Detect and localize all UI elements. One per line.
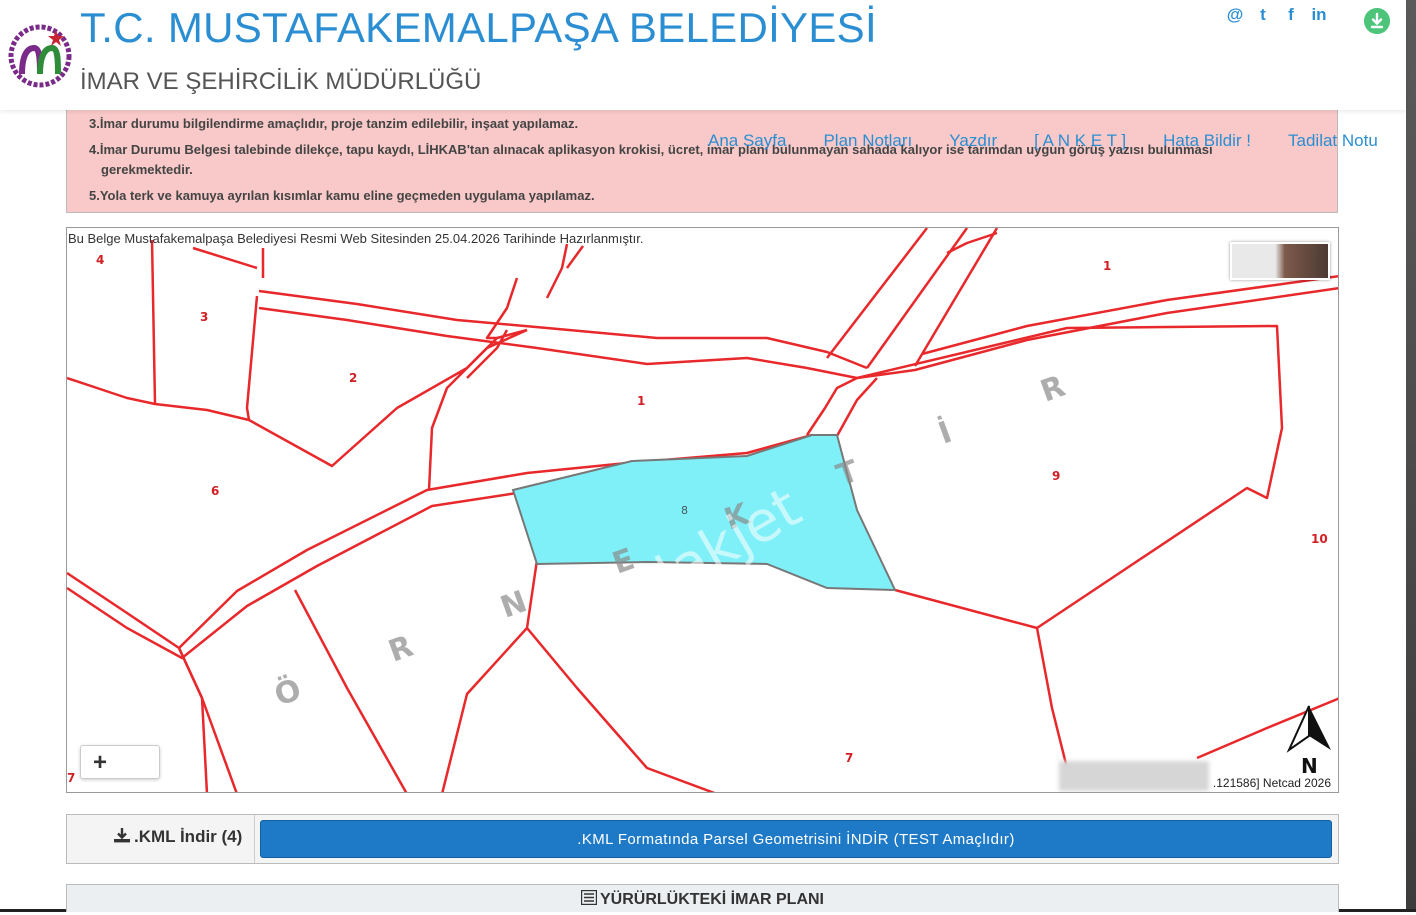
map-canvas[interactable]: 4 3 2 1 6 9 10 7 7 1 8 Ö R N E K T İ R e…: [67, 228, 1339, 793]
parcel-label: 3: [200, 310, 208, 324]
parcel-label-selected: 8: [681, 504, 688, 517]
note-line-4-cont: gerekmektedir.: [101, 162, 193, 177]
parcel-map[interactable]: 4 3 2 1 6 9 10 7 7 1 8 Ö R N E K T İ R e…: [66, 227, 1339, 793]
municipality-logo[interactable]: [8, 24, 72, 88]
zoom-in-button[interactable]: +: [80, 745, 160, 779]
nav-plan-notes[interactable]: Plan Notları: [823, 131, 912, 151]
email-icon[interactable]: @: [1226, 5, 1244, 25]
watermark-letter: R: [384, 629, 418, 670]
divider: [254, 815, 255, 863]
social-links: @ t f in: [1226, 5, 1328, 25]
parcel-label: 2: [349, 371, 357, 385]
active-zoning-plan-label[interactable]: YÜRÜRLÜKTEKİ İMAR PLANI: [580, 889, 824, 908]
nav-report-error[interactable]: Hata Bildir !: [1163, 131, 1251, 151]
nav-print[interactable]: Yazdır: [949, 131, 997, 151]
parcel-label: 6: [211, 484, 219, 498]
watermark-letter: R: [1036, 369, 1070, 410]
map-attribution: .121586] Netcad 2026: [1059, 761, 1335, 791]
parcel-label: 1: [637, 394, 645, 408]
parcel-label: 7: [67, 771, 75, 785]
active-zoning-plan-panel: YÜRÜRLÜKTEKİ İMAR PLANI: [66, 884, 1339, 912]
note-line-5: 5.Yola terk ve kamuya ayrılan kısımlar k…: [89, 188, 595, 203]
warning-notes: 3.İmar durumu bilgilendirme amaçlıdır, p…: [66, 110, 1338, 213]
kml-download-button[interactable]: .KML Formatında Parsel Geometrisini İNDİ…: [260, 820, 1332, 858]
linkedin-icon[interactable]: in: [1310, 5, 1328, 25]
page-title: T.C. MUSTAFAKEMALPAŞA BELEDİYESİ: [80, 4, 877, 51]
page-subtitle: İMAR VE ŞEHİRCİLİK MÜDÜRLÜĞÜ: [80, 68, 482, 95]
parcel-label: 9: [1052, 469, 1060, 483]
site-header: T.C. MUSTAFAKEMALPAŞA BELEDİYESİ İMAR VE…: [0, 0, 1406, 110]
download-icon: [114, 828, 130, 843]
kml-download-text: .KML İndir (4): [134, 827, 243, 846]
parcel-label: 4: [96, 253, 104, 267]
parcel-label: 1: [1103, 259, 1111, 273]
watermark-letter: İ: [934, 414, 957, 452]
kml-download-label: .KML İndir (4): [113, 827, 242, 847]
nav-home[interactable]: Ana Sayfa: [708, 131, 786, 151]
kml-download-row: .KML İndir (4) .KML Formatında Parsel Ge…: [66, 814, 1339, 864]
attribution-blur: [1059, 761, 1209, 791]
download-icon[interactable]: [1364, 8, 1390, 34]
watermark-letter: N: [496, 584, 532, 625]
attribution-text: .121586] Netcad 2026: [1212, 776, 1331, 790]
twitter-icon[interactable]: t: [1254, 5, 1272, 25]
nav-amendment-note[interactable]: Tadilat Notu: [1288, 131, 1378, 151]
map-disclaimer: Bu Belge Mustafakemalpaşa Belediyesi Res…: [68, 231, 644, 246]
active-zoning-plan-text: YÜRÜRLÜKTEKİ İMAR PLANI: [600, 891, 824, 908]
note-line-3: 3.İmar durumu bilgilendirme amaçlıdır, p…: [89, 116, 579, 131]
window-edge: [1406, 0, 1416, 912]
watermark-letter: Ö: [269, 670, 306, 713]
list-icon: [580, 889, 598, 906]
parcel-label: 7: [845, 751, 853, 765]
parcel-label: 10: [1311, 532, 1328, 546]
main-nav: Ana Sayfa Plan Notları Yazdır [ A N K E …: [708, 131, 1378, 151]
nav-survey[interactable]: [ A N K E T ]: [1034, 131, 1126, 151]
facebook-icon[interactable]: f: [1282, 5, 1300, 25]
basemap-toggle[interactable]: [1230, 242, 1330, 280]
